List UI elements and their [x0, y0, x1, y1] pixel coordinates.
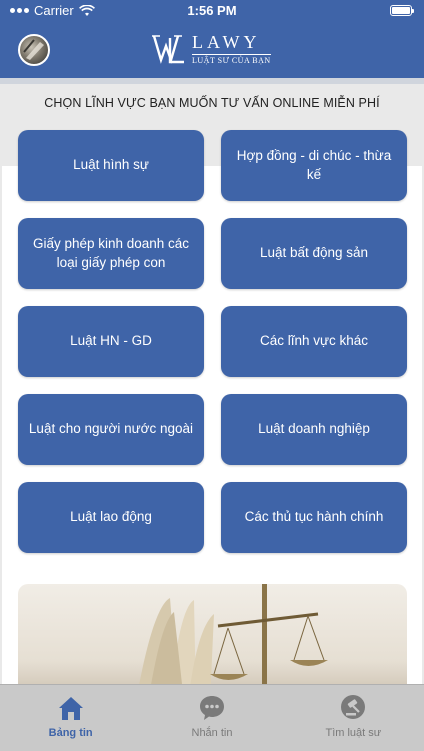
app-logo: LAWY LUẬT SƯ CỦA BẠN [152, 32, 271, 66]
gavel-icon [341, 695, 366, 719]
book-scales-illustration [139, 584, 328, 684]
main-content: CHỌN LĨNH VỰC BẠN MUỐN TƯ VẤN ONLINE MIỄ… [0, 78, 424, 684]
logo-name: LAWY [192, 32, 261, 52]
status-bar: Carrier 1:56 PM [0, 0, 424, 22]
category-button-cac-linh-vuc-khac[interactable]: Các lĩnh vực khác [221, 306, 407, 377]
category-button-giay-phep-kinh-doanh[interactable]: Giấy phép kinh doanh các loại giấy phép … [18, 218, 204, 289]
avatar[interactable] [18, 34, 50, 66]
category-button-luat-bat-dong-san[interactable]: Luật bất động sản [221, 218, 407, 289]
category-button-luat-nguoi-nuoc-ngoai[interactable]: Luật cho người nước ngoài [18, 394, 204, 465]
logo-tagline: LUẬT SƯ CỦA BẠN [192, 54, 271, 65]
tab-bar: Bảng tin Nhắn tin Tìm luật sư [0, 684, 424, 751]
category-grid: Luật hình sự Hợp đồng - di chúc - thừa k… [18, 130, 407, 553]
chat-icon [199, 696, 224, 720]
category-button-luat-lao-dong[interactable]: Luật lao động [18, 482, 204, 553]
tab-tim-luat-su[interactable]: Tìm luật sư [283, 685, 424, 751]
battery-icon [390, 5, 414, 16]
lawy-logo-icon [152, 35, 184, 64]
banner-image[interactable] [18, 584, 407, 684]
avatar-image [23, 39, 44, 60]
category-button-luat-hinh-su[interactable]: Luật hình sự [18, 130, 204, 201]
home-icon [58, 697, 83, 720]
nav-bar: LAWY LUẬT SƯ CỦA BẠN [0, 22, 424, 78]
tab-bang-tin[interactable]: Bảng tin [0, 685, 141, 751]
tab-label: Bảng tin [48, 727, 93, 739]
clock: 1:56 PM [187, 3, 237, 18]
category-button-luat-doanh-nghiep[interactable]: Luật doanh nghiệp [221, 394, 407, 465]
tab-label: Nhắn tin [191, 727, 233, 739]
tab-nhan-tin[interactable]: Nhắn tin [141, 685, 282, 751]
tab-label: Tìm luật sư [325, 727, 382, 739]
category-button-luat-hn-gd[interactable]: Luật HN - GD [18, 306, 204, 377]
category-button-hop-dong-di-chuc-thua-ke[interactable]: Hợp đồng - di chúc - thừa kế [221, 130, 407, 201]
section-title: CHỌN LĨNH VỰC BẠN MUỐN TƯ VẤN ONLINE MIỄ… [44, 96, 380, 110]
category-button-thu-tuc-hanh-chinh[interactable]: Các thủ tục hành chính [221, 482, 407, 553]
